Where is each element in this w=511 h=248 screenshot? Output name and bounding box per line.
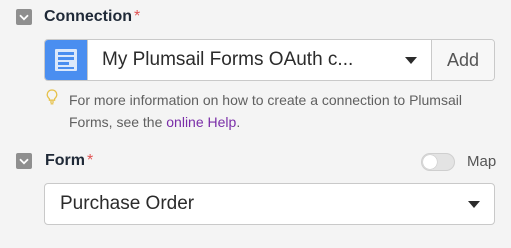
form-selected-value: Purchase Order (60, 193, 195, 214)
chevron-down-icon (19, 14, 29, 20)
map-toggle[interactable] (421, 153, 455, 171)
dropdown-caret-icon (468, 201, 480, 208)
online-help-link[interactable]: online Help (166, 114, 236, 130)
connection-help-hint: For more information on how to create a … (69, 89, 489, 133)
form-collapse-toggle[interactable] (16, 153, 32, 169)
map-toggle-label: Map (467, 153, 497, 170)
connection-select[interactable]: My Plumsail Forms OAuth c... (88, 40, 431, 80)
toggle-knob (423, 155, 437, 169)
dropdown-caret-icon (405, 57, 417, 64)
required-asterisk: * (87, 152, 94, 169)
connection-label: Connection (44, 8, 132, 25)
lightbulb-icon (46, 89, 58, 105)
hint-text: For more information on how to create a … (69, 92, 462, 130)
connection-selected-value: My Plumsail Forms OAuth c... (102, 49, 354, 70)
chevron-down-icon (19, 158, 29, 164)
plumsail-forms-app-icon (45, 40, 88, 80)
add-connection-button[interactable]: Add (431, 40, 494, 80)
form-select[interactable]: Purchase Order (44, 183, 495, 225)
connection-collapse-toggle[interactable] (16, 9, 32, 25)
required-asterisk: * (134, 8, 141, 25)
form-label-group: Form * (45, 152, 93, 170)
form-label: Form (45, 152, 85, 169)
connection-label-group: Connection * (44, 8, 140, 26)
connection-field: My Plumsail Forms OAuth c... Add (44, 39, 495, 81)
hint-text-end: . (236, 114, 241, 130)
